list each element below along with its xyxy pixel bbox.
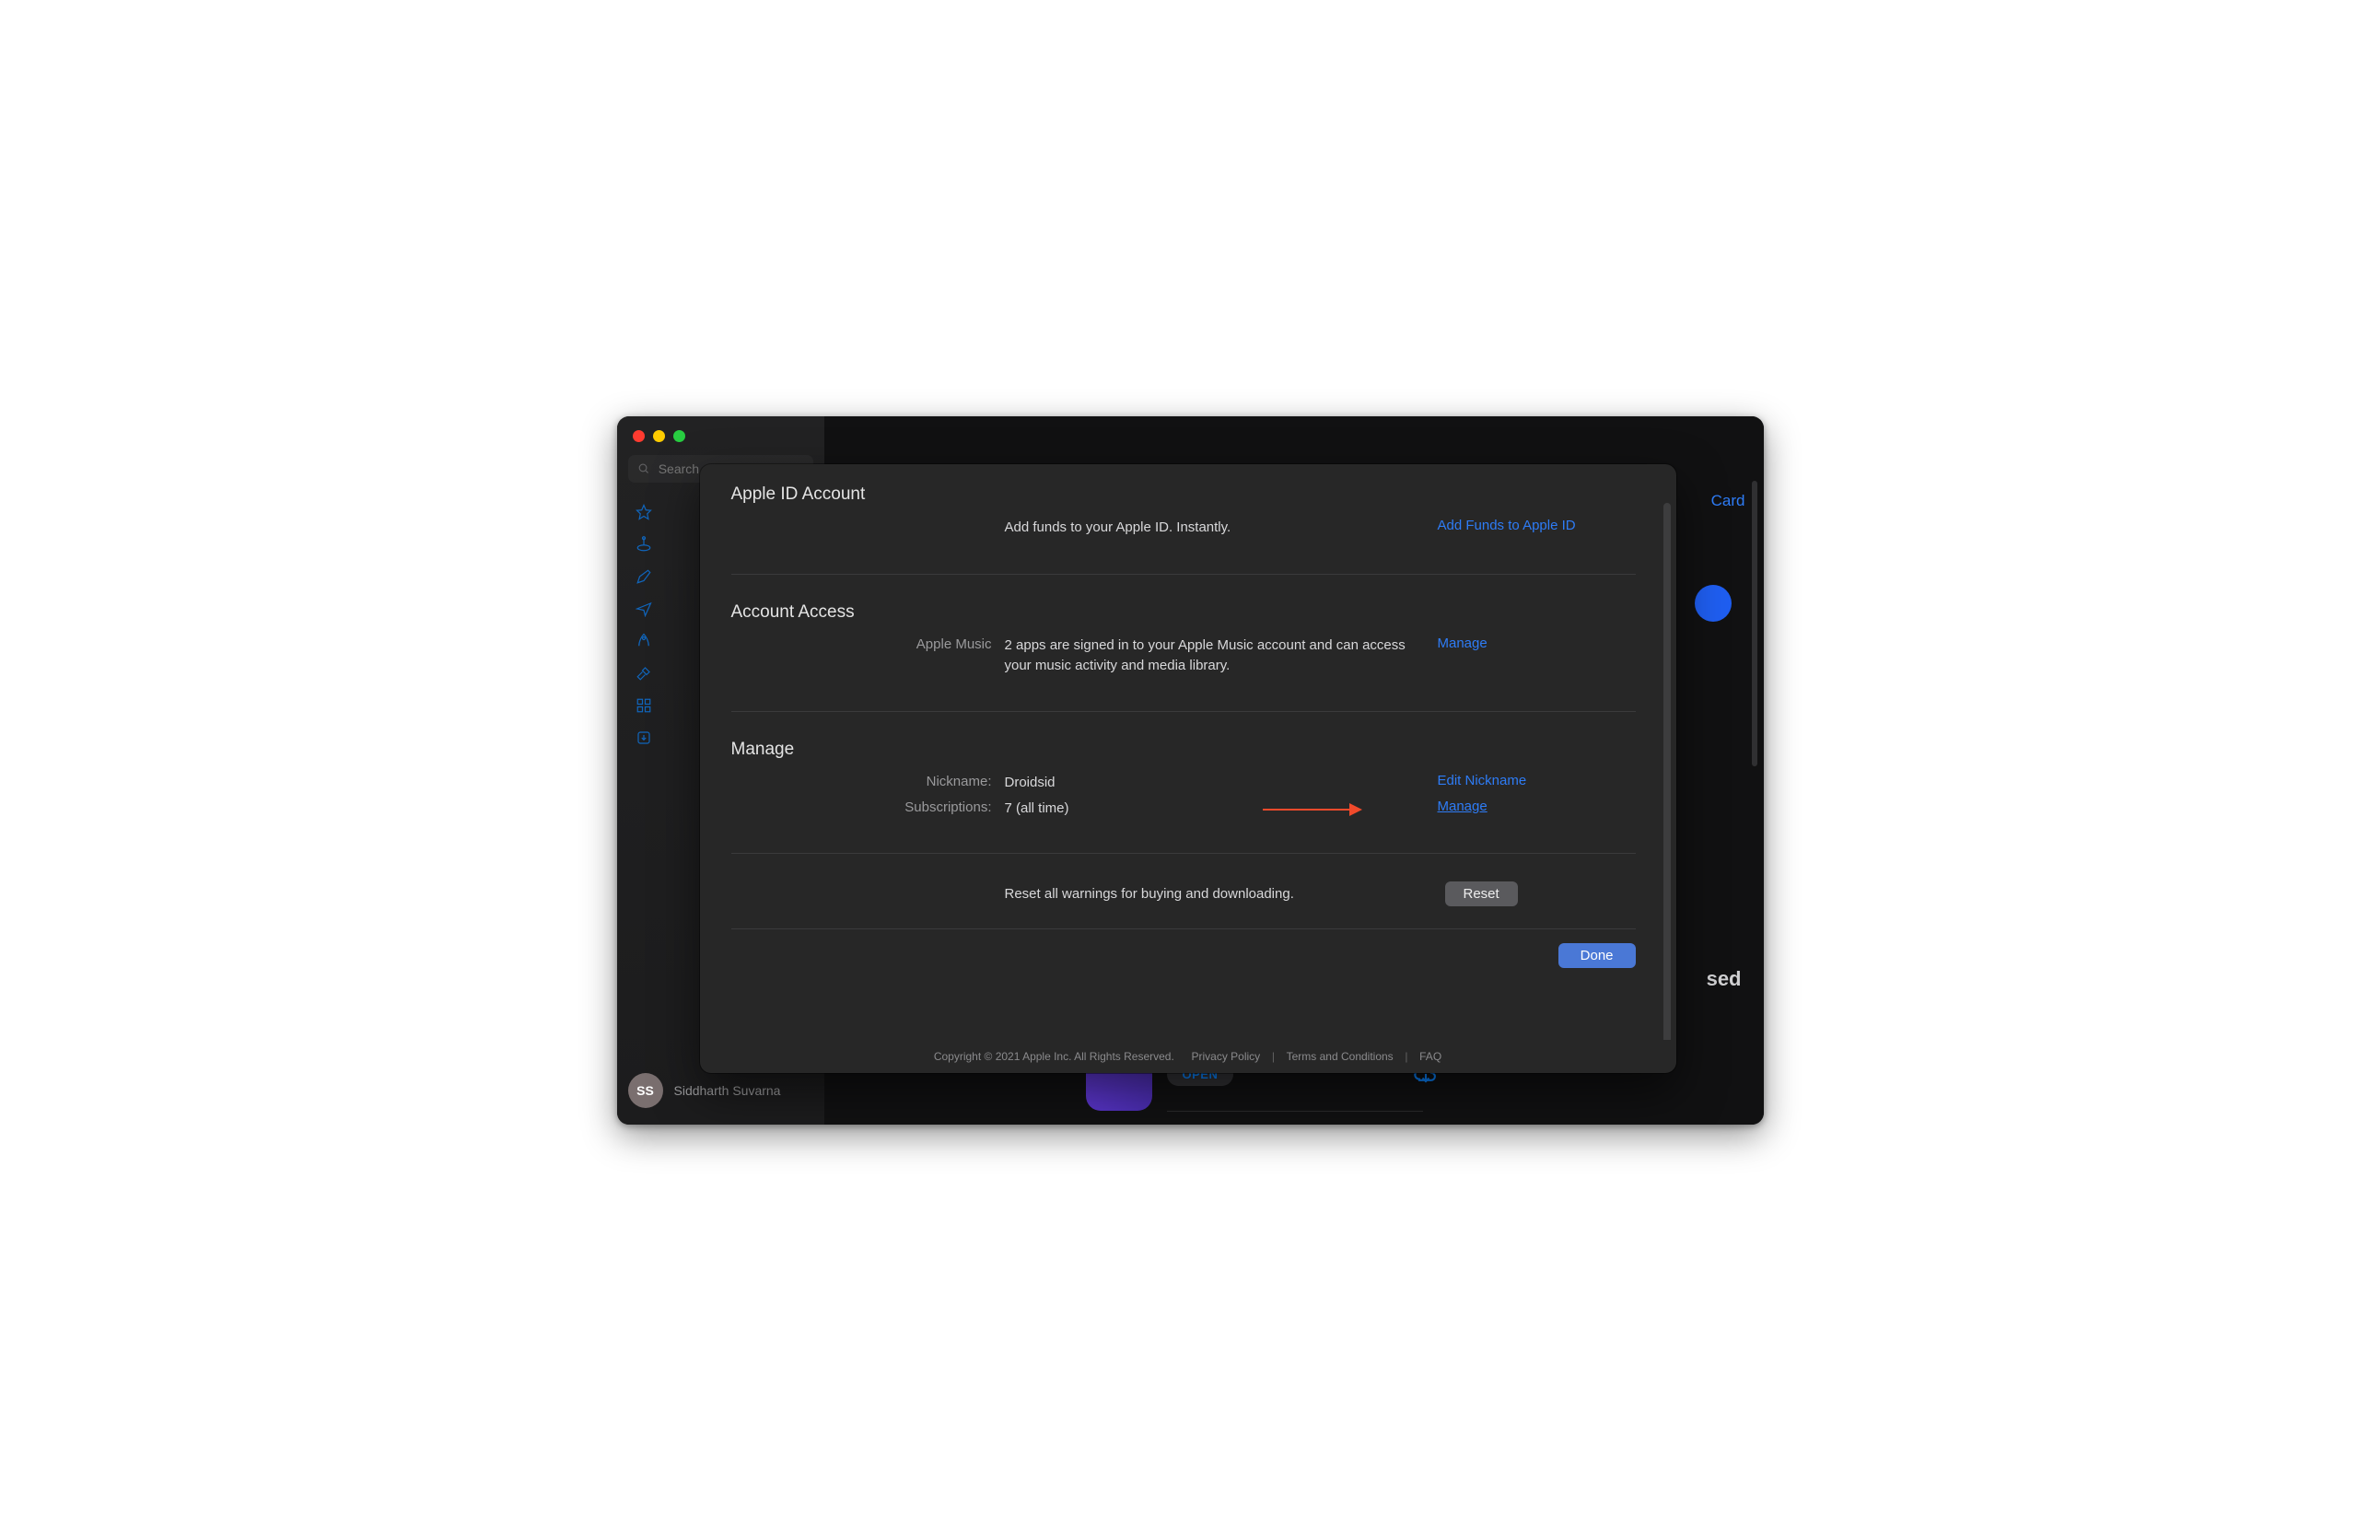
modal-scrollbar[interactable] xyxy=(1663,503,1671,1040)
content-scrollbar[interactable] xyxy=(1752,481,1757,766)
maximize-window-button[interactable] xyxy=(673,430,685,442)
section-reset: Reset all warnings for buying and downlo… xyxy=(731,881,1636,968)
add-funds-desc: Add funds to your Apple ID. Instantly. xyxy=(1005,518,1425,538)
separator: | xyxy=(1266,1050,1280,1063)
plane-icon xyxy=(636,601,652,617)
pencil-icon xyxy=(636,568,652,585)
nickname-value: Droidsid xyxy=(1005,773,1425,793)
section-title: Manage xyxy=(731,740,1636,760)
bg-redeem-link[interactable]: Card xyxy=(1711,492,1745,510)
bg-heading-fragment: sed xyxy=(1707,967,1742,991)
section-account-access: Account Access Apple Music 2 apps are si… xyxy=(731,602,1636,712)
bg-divider xyxy=(1167,1111,1423,1112)
section-title: Account Access xyxy=(731,602,1636,623)
avatar: SS xyxy=(628,1073,663,1108)
search-icon xyxy=(637,461,649,475)
apple-music-label: Apple Music xyxy=(731,636,992,652)
apple-music-desc: 2 apps are signed in to your Apple Music… xyxy=(1005,636,1425,676)
done-button[interactable]: Done xyxy=(1558,943,1636,968)
section-apple-id: Apple ID Account Add funds to your Apple… xyxy=(731,484,1636,576)
grid-icon xyxy=(636,697,652,714)
star-icon xyxy=(636,504,652,520)
row-label xyxy=(731,893,992,894)
faq-link[interactable]: FAQ xyxy=(1419,1050,1441,1063)
account-modal: Apple ID Account Add funds to your Apple… xyxy=(700,464,1676,1073)
modal-footer: Copyright © 2021 Apple Inc. All Rights R… xyxy=(700,1040,1676,1073)
manage-access-link[interactable]: Manage xyxy=(1438,636,1488,651)
rocket-icon xyxy=(636,633,652,649)
copyright-text: Copyright © 2021 Apple Inc. All Rights R… xyxy=(934,1050,1174,1063)
modal-body: Apple ID Account Add funds to your Apple… xyxy=(700,464,1676,1040)
subscriptions-label: Subscriptions: xyxy=(731,799,992,815)
minimize-window-button[interactable] xyxy=(653,430,665,442)
edit-nickname-link[interactable]: Edit Nickname xyxy=(1438,773,1527,788)
terms-link[interactable]: Terms and Conditions xyxy=(1287,1050,1394,1063)
privacy-link[interactable]: Privacy Policy xyxy=(1191,1050,1260,1063)
manage-subscriptions-link[interactable]: Manage xyxy=(1438,799,1488,814)
reset-desc: Reset all warnings for buying and downlo… xyxy=(1005,884,1425,904)
app-window: SS Siddharth Suvarna Card sed OPEN Apple… xyxy=(617,416,1764,1125)
section-manage: Manage Nickname: Droidsid Edit Nickname … xyxy=(731,740,1636,855)
nickname-label: Nickname: xyxy=(731,773,992,789)
separator: | xyxy=(1399,1050,1414,1063)
bg-badge xyxy=(1695,585,1732,622)
row-label xyxy=(731,518,992,519)
reset-button[interactable]: Reset xyxy=(1445,881,1518,906)
add-funds-link[interactable]: Add Funds to Apple ID xyxy=(1438,518,1576,533)
arcade-icon xyxy=(636,536,652,553)
user-name: Siddharth Suvarna xyxy=(674,1083,781,1098)
subscriptions-value: 7 (all time) xyxy=(1005,799,1425,819)
section-title: Apple ID Account xyxy=(731,484,1636,505)
sidebar-user[interactable]: SS Siddharth Suvarna xyxy=(617,1073,824,1125)
download-icon xyxy=(636,729,652,746)
hammer-icon xyxy=(636,665,652,682)
close-window-button[interactable] xyxy=(633,430,645,442)
window-controls xyxy=(617,416,824,442)
